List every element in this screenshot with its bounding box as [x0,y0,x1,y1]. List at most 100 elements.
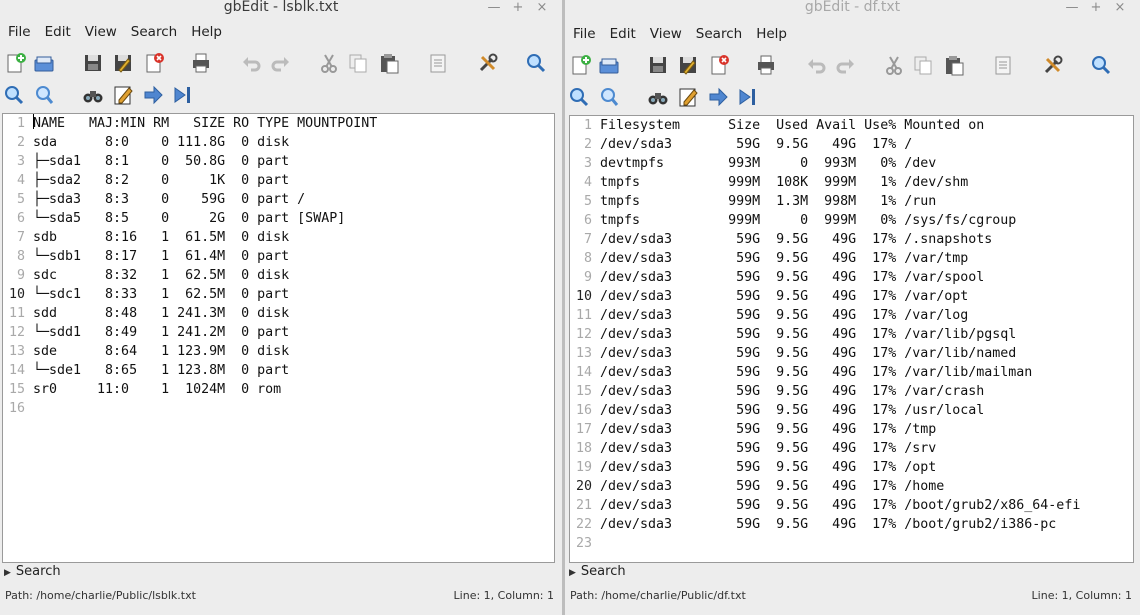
copy-button[interactable] [347,52,369,74]
binoculars-button[interactable] [82,84,104,106]
close-window-button[interactable]: × [530,1,554,14]
preferences-button[interactable] [1042,54,1064,76]
text-line: /dev/sda3 59G 9.5G 49G 17% /var/lib/mail… [600,365,1033,380]
new-file-icon [569,54,591,76]
zoom-icon [1090,54,1112,76]
maximize-button[interactable]: + [506,1,530,14]
open-button[interactable] [33,52,55,74]
text-content[interactable]: NAME MAJ:MIN RM SIZE RO TYPE MOUNTPOINT s… [33,114,554,418]
text-line: ├─sda2 8:2 0 1K 0 part [33,173,290,188]
line-number: 14 [575,365,592,380]
redo-button[interactable] [270,52,292,74]
line-number-gutter: 1 2 3 4 5 6 7 8 9 10 11 12 13 14 15 16 [3,114,29,418]
preferences-button[interactable] [477,52,499,74]
text-line: /dev/sda3 59G 9.5G 49G 17% /usr/local [600,403,985,418]
redo-icon [835,54,857,76]
text-editor[interactable]: 1 2 3 4 5 6 7 8 9 10 11 12 13 14 15 16 NAME MAJ:MIN RM … [2,113,555,563]
text-line: /dev/sda3 59G 9.5G 49G 17% /opt [600,460,937,475]
forward-arrow-button[interactable] [707,86,729,108]
menu-search[interactable]: Search [689,22,749,46]
menu-file[interactable]: File [565,22,603,46]
save-as-button[interactable] [112,52,134,74]
line-number: 8 [583,251,592,266]
text-line: └─sde1 8:65 1 123.8M 0 part [33,363,290,378]
save-button[interactable] [82,52,104,74]
close-file-icon [143,52,165,74]
text-line [600,534,1133,553]
minimize-button[interactable]: — [482,1,506,14]
menu-help[interactable]: Help [749,22,794,46]
forward-arrow-button[interactable] [142,84,164,106]
menu-file[interactable]: File [0,20,38,44]
copy-button[interactable] [912,54,934,76]
edit-button[interactable] [677,86,699,108]
line-number: 21 [575,498,592,513]
save-as-button[interactable] [677,54,699,76]
minimize-button[interactable]: — [1060,1,1084,14]
close-file-icon [708,54,730,76]
open-button[interactable] [598,54,620,76]
find-next-button[interactable] [598,86,620,108]
document-properties-button[interactable] [992,54,1014,76]
line-number: 4 [583,175,592,190]
text-line: ├─sda1 8:1 0 50.8G 0 part [33,154,290,169]
undo-button[interactable] [240,52,262,74]
redo-button[interactable] [835,54,857,76]
edit-icon [112,84,134,106]
document-properties-button[interactable] [427,52,449,74]
zoom-button[interactable] [525,52,547,74]
line-number: 13 [8,344,25,359]
main-toolbar [0,48,562,78]
text-line: └─sda5 8:5 0 2G 0 part [SWAP] [33,211,346,226]
line-number: 7 [16,230,25,245]
document-properties-icon [992,54,1014,76]
status-path: Path: /home/charlie/Public/df.txt [570,589,746,602]
line-number-gutter: 1 2 3 4 5 6 7 8 9 10 11 12 13 14 15 16 17 18 19 20 21 22 23 [570,116,596,553]
line-number: 19 [575,460,592,475]
text-line: tmpfs 999M 1.3M 998M 1% /run [600,194,937,209]
cut-button[interactable] [318,52,340,74]
binoculars-button[interactable] [647,86,669,108]
find-button[interactable] [568,86,590,108]
save-button[interactable] [647,54,669,76]
zoom-button[interactable] [1090,54,1112,76]
close-window-button[interactable]: × [1108,1,1132,14]
undo-button[interactable] [805,54,827,76]
menu-view[interactable]: View [643,22,689,46]
text-line: /dev/sda3 59G 9.5G 49G 17% /var/crash [600,384,985,399]
close-file-button[interactable] [708,54,730,76]
print-button[interactable] [755,54,777,76]
text-line: /dev/sda3 59G 9.5G 49G 17% /boot/grub2/x… [600,498,1081,513]
find-button[interactable] [3,84,25,106]
menu-view[interactable]: View [78,20,124,44]
document-properties-icon [427,52,449,74]
menu-search[interactable]: Search [124,20,184,44]
menu-edit[interactable]: Edit [38,20,78,44]
goto-end-button[interactable] [737,86,759,108]
text-content[interactable]: Filesystem Size Used Avail Use% Mounted … [600,116,1133,553]
paste-button[interactable] [378,52,400,74]
new-file-button[interactable] [569,54,591,76]
menu-bar: File Edit View Search Help [0,20,562,44]
print-icon [755,54,777,76]
line-number: 3 [583,156,592,171]
edit-button[interactable] [112,84,134,106]
menu-help[interactable]: Help [184,20,229,44]
cut-button[interactable] [883,54,905,76]
paste-button[interactable] [943,54,965,76]
maximize-button[interactable]: + [1084,1,1108,14]
new-file-button[interactable] [4,52,26,74]
text-line: NAME MAJ:MIN RM SIZE RO TYPE MOUNTPOINT [33,114,378,131]
line-number: 18 [575,441,592,456]
status-bar: Path: /home/charlie/Public/lsblk.txt Lin… [0,586,562,606]
close-file-button[interactable] [143,52,165,74]
search-label: Search [580,564,626,579]
goto-end-button[interactable] [172,84,194,106]
text-editor[interactable]: 1 2 3 4 5 6 7 8 9 10 11 12 13 14 15 16 17 18 19 20 21 22 23 Fi… [569,115,1134,563]
search-expander[interactable]: ▶ Search [565,561,1140,583]
menu-edit[interactable]: Edit [603,22,643,46]
search-expander[interactable]: ▶ Search [0,561,562,583]
line-number: 7 [583,232,592,247]
find-next-button[interactable] [33,84,55,106]
print-button[interactable] [190,52,212,74]
